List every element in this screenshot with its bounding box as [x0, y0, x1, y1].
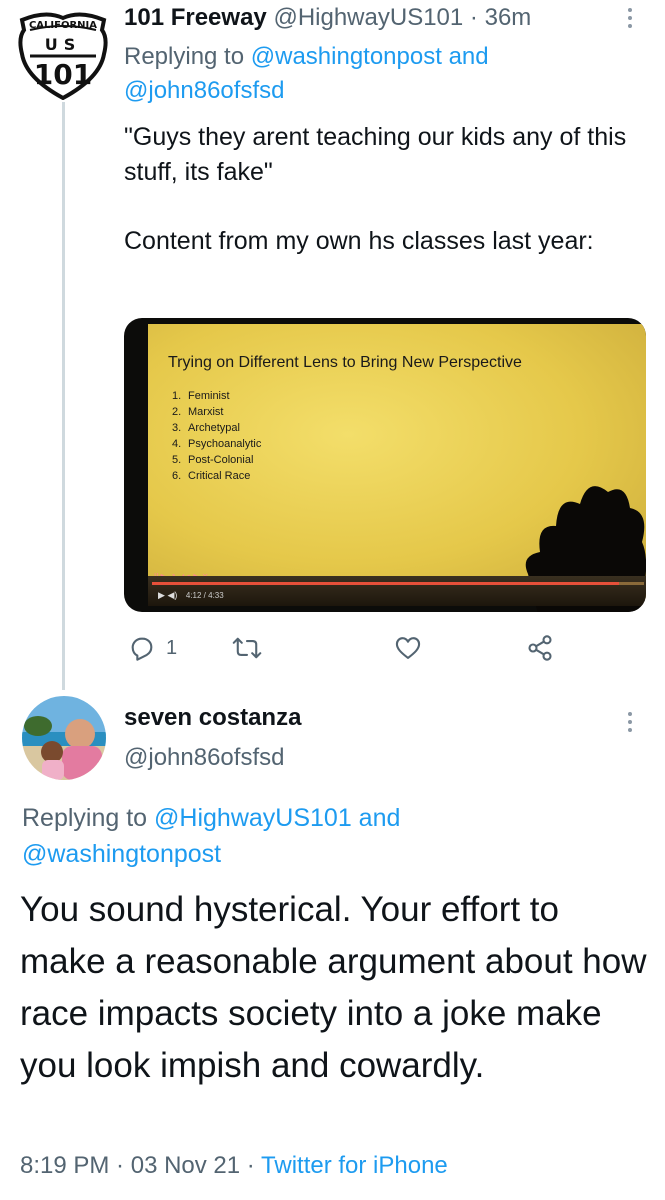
slide-list-number: 5.	[172, 454, 182, 466]
tweet1-action-bar: 1	[124, 630, 564, 666]
reply-count: 1	[166, 636, 178, 659]
replying-and-label[interactable]: and	[352, 804, 401, 832]
replying-and-label[interactable]: and	[442, 43, 489, 70]
slide-list-item: 3. Archetypal	[172, 420, 261, 436]
slide-list-item: 2. Marxist	[172, 404, 261, 420]
slide-list-item: 6. Critical Race	[172, 468, 261, 484]
tweet1-display-name[interactable]: 101 Freeway	[124, 4, 267, 31]
tweet2-metadata: 8:19 PM · 03 Nov 21 · Twitter for iPhone	[20, 1152, 448, 1180]
slide-list-number: 6.	[172, 470, 182, 482]
tweet1-handle[interactable]: @HighwayUS101	[273, 4, 463, 31]
avatar-seven-costanza[interactable]	[22, 696, 106, 780]
tweet1-timestamp[interactable]: 36m	[485, 4, 532, 31]
video-progress-fill	[152, 582, 620, 585]
slide-list-label: Post-Colonial	[188, 454, 254, 466]
tweet1-text-paragraph-1: "Guys they arent teaching our kids any o…	[124, 123, 627, 186]
profile-photo-icon	[22, 696, 106, 780]
tweet1-media-image[interactable]: Trying on Different Lens to Bring New Pe…	[124, 318, 646, 612]
tweet1-text-paragraph-2: Content from my own hs classes last year…	[124, 227, 594, 255]
replying-handle-highwayus101[interactable]: @HighwayUS101	[154, 804, 352, 832]
slide-list-label: Critical Race	[188, 470, 251, 482]
video-controls: ▶ ◀) 4:12 / 4:33	[158, 590, 224, 601]
reply-icon	[131, 637, 153, 661]
svg-text:US: US	[45, 35, 82, 54]
tweet-thread: CALIFORNIA US 101 101 Freeway @HighwayUS…	[0, 0, 665, 1200]
slide-list-number: 4.	[172, 438, 182, 450]
tweet2-display-name[interactable]: seven costanza	[124, 704, 301, 732]
volume-icon[interactable]: ◀)	[167, 590, 177, 600]
slide-list-number: 1.	[172, 390, 182, 402]
slide-screen: Trying on Different Lens to Bring New Pe…	[148, 324, 646, 612]
slide-list-item: 4. Psychoanalytic	[172, 436, 261, 452]
slide-list-label: Marxist	[188, 406, 224, 418]
more-icon[interactable]	[627, 8, 633, 30]
slide-list-label: Archetypal	[188, 422, 240, 434]
thread-connector-line	[62, 102, 65, 690]
reply-button[interactable]: 1	[128, 630, 177, 666]
share-button[interactable]	[526, 630, 554, 666]
svg-text:101: 101	[34, 58, 92, 91]
slide-list-label: Feminist	[188, 390, 230, 402]
replying-handle-john86ofsfsd[interactable]: @john86ofsfsd	[124, 77, 284, 104]
slide-title: Trying on Different Lens to Bring New Pe…	[168, 354, 522, 371]
share-icon	[528, 635, 552, 661]
svg-text:CALIFORNIA: CALIFORNIA	[29, 20, 97, 31]
tweet1-body: "Guys they arent teaching our kids any o…	[124, 120, 644, 259]
play-icon[interactable]: ▶	[158, 590, 165, 600]
slide-list-number: 2.	[172, 406, 182, 418]
tweet1-replying-to: Replying to @washingtonpost and @john86o…	[124, 40, 584, 108]
like-button[interactable]	[394, 630, 422, 666]
tweet2-source-link[interactable]: Twitter for iPhone	[261, 1152, 448, 1179]
highway-shield-icon: CALIFORNIA US 101	[18, 12, 108, 101]
slide-list-item: 5. Post-Colonial	[172, 452, 261, 468]
retweet-button[interactable]	[232, 630, 262, 666]
tweet2-time[interactable]: 8:19 PM	[20, 1152, 109, 1179]
tweet2-replying-to: Replying to @HighwayUS101 and @washingto…	[22, 800, 622, 872]
slide-list: 1. Feminist 2. Marxist 3. Archetypal 4. Psychoa…	[172, 388, 261, 484]
retweet-icon	[232, 637, 262, 659]
video-time: 4:12 / 4:33	[185, 591, 224, 600]
replying-handle-washingtonpost[interactable]: @washingtonpost	[251, 43, 442, 70]
slide-list-number: 3.	[172, 422, 182, 434]
heart-icon	[395, 637, 421, 659]
separator-dot: ·	[109, 1152, 131, 1179]
slide-list-label: Psychoanalytic	[188, 438, 262, 450]
tweet2-body: You sound hysterical. Your effort to mak…	[20, 890, 647, 1085]
avatar-us101-shield[interactable]: CALIFORNIA US 101	[16, 8, 110, 101]
tweet2-date[interactable]: 03 Nov 21	[131, 1152, 240, 1179]
replying-to-label: Replying to	[22, 804, 155, 832]
separator-dot: ·	[240, 1152, 262, 1179]
separator-dot: ·	[469, 4, 478, 31]
tweet1-header: 101 Freeway @HighwayUS101 · 36m	[124, 2, 625, 34]
video-progress-bar[interactable]	[152, 582, 644, 585]
tweet2-handle[interactable]: @john86ofsfsd	[124, 744, 284, 772]
replying-to-label: Replying to	[124, 43, 251, 70]
more-icon[interactable]	[627, 712, 633, 734]
replying-handle-washingtonpost[interactable]: @washingtonpost	[22, 840, 221, 868]
slide-list-item: 1. Feminist	[172, 388, 261, 404]
